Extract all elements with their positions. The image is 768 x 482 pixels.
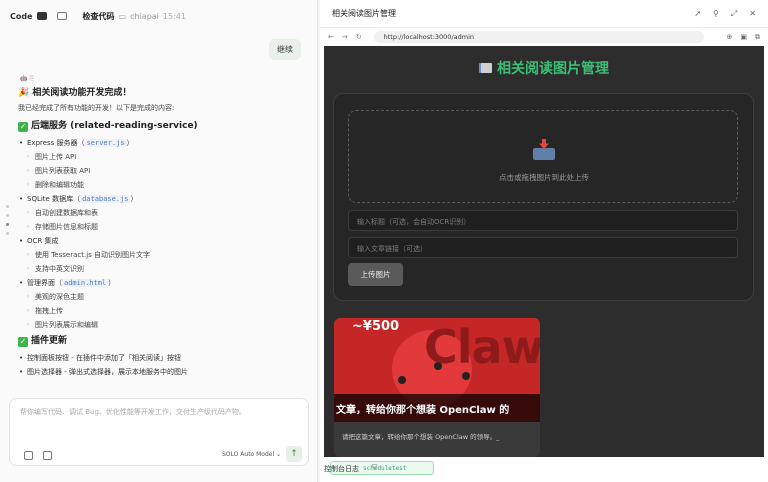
code-mode-label[interactable]: Code bbox=[10, 12, 33, 21]
folder-icon: ▭ bbox=[118, 11, 127, 21]
list-item-text: ） bbox=[108, 279, 116, 287]
scroll-dot[interactable] bbox=[6, 205, 9, 208]
web-viewport: 相关阅读图片管理 点击或拖拽图片到此处上传 输入标题（可选，会自动OCR识别） … bbox=[324, 46, 764, 457]
list-item: Express 服务器（server.js） bbox=[18, 138, 308, 149]
inline-code[interactable]: server.js bbox=[84, 139, 127, 147]
scroll-dot[interactable] bbox=[6, 232, 9, 235]
image-description[interactable]: 请把这篇文章，转给你那个想装 OpenClaw 的领导。_ bbox=[342, 432, 534, 442]
send-button[interactable]: ↑ bbox=[286, 446, 302, 462]
list-item: 图片选择器 - 弹出式选择器，展示本地服务中的图片 bbox=[18, 367, 308, 378]
project-name[interactable]: 检查代码 bbox=[83, 11, 115, 22]
timestamp: 15:41 bbox=[162, 11, 186, 21]
pointer-icon[interactable]: ➚ bbox=[694, 9, 701, 19]
list-item: OCR 集成 bbox=[18, 236, 308, 247]
message-scroll-indicator[interactable] bbox=[6, 205, 10, 241]
section-heading-text: 后端服务 (related-reading-service) bbox=[31, 121, 198, 131]
sub-list-item: 自动创建数据库和表 bbox=[18, 208, 308, 219]
sub-list-item: 删除和编辑功能 bbox=[18, 180, 308, 191]
image-upload-icon[interactable] bbox=[43, 451, 52, 460]
image-thumbnail[interactable]: Claw ~¥500 文章，转给你那个想装 OpenClaw 的 bbox=[334, 318, 540, 422]
app-window: Code 检查代码 ▭ chiapai 15:41 ⌄ 继续 🤖 ⎘ 🎉 相关阅… bbox=[0, 0, 768, 482]
sub-list-item: 存储图片信息和标题 bbox=[18, 222, 308, 233]
drop-zone-text: 点击或拖拽图片到此处上传 bbox=[499, 173, 589, 182]
sub-list-item: 美观的深色主题 bbox=[18, 292, 308, 303]
sub-list-item: 图片列表获取 API bbox=[18, 166, 308, 177]
chat-toolbar: Code 检查代码 ▭ chiapai 15:41 ⌄ bbox=[0, 0, 768, 482]
chat-input-placeholder[interactable]: 帮你编写代码、调试 Bug、优化性能等开发工作，交付生产级代码产物。 bbox=[20, 407, 246, 417]
expand-icon[interactable]: ⤢ bbox=[731, 9, 737, 19]
reload-icon[interactable]: ↻ bbox=[356, 33, 362, 41]
scroll-dot-active[interactable] bbox=[6, 223, 9, 226]
book-icon bbox=[479, 63, 492, 73]
chat-input-box[interactable]: 帮你编写代码、调试 Bug、优化性能等开发工作，交付生产级代码产物。 SOLO … bbox=[9, 398, 309, 466]
address-bar: ← → ↻ http://localhost:3000/admin ⊕ ▣ ⧉ bbox=[320, 28, 768, 46]
console-log-label[interactable]: 控制台日志 bbox=[324, 464, 359, 474]
sub-list-item: 图片上传 API bbox=[18, 152, 308, 163]
list-item: SQLite 数据库（database.js） bbox=[18, 194, 308, 205]
mascot-eye bbox=[398, 376, 406, 384]
image-headline: 文章，转给你那个想装 OpenClaw 的 bbox=[336, 405, 510, 416]
browser-titlebar: 相关阅读图片管理 ➚ ⚲ ⤢ ✕ bbox=[320, 0, 768, 28]
titlebar-icons: ➚ ⚲ ⤢ ✕ bbox=[694, 9, 756, 19]
list-item-text: ） bbox=[130, 195, 138, 203]
browser-panel: 相关阅读图片管理 ➚ ⚲ ⤢ ✕ ← → ↻ http://localhost:… bbox=[320, 0, 768, 482]
chat-panel: Code 检查代码 ▭ chiapai 15:41 ⌄ 继续 🤖 ⎘ 🎉 相关阅… bbox=[0, 0, 768, 482]
section-heading-text: 插件更新 bbox=[31, 336, 68, 346]
assistant-meta: 🤖 ⎘ bbox=[20, 75, 35, 82]
page-heading: 相关阅读图片管理 bbox=[324, 58, 764, 78]
sidebar-toggle-icon[interactable] bbox=[56, 12, 67, 20]
browser-title: 相关阅读图片管理 bbox=[332, 9, 396, 18]
page-heading-text: 相关阅读图片管理 bbox=[497, 61, 609, 77]
console-bar: scheduletest 控制台日志 ▽ bbox=[320, 458, 768, 482]
user-message-bubble: 继续 bbox=[269, 39, 301, 60]
list-item: 控制面板按钮 - 在插件中添加了「相关阅读」按钮 bbox=[18, 353, 308, 364]
title-input[interactable]: 输入标题（可选，会自动OCR识别） bbox=[348, 210, 738, 231]
check-icon: ✓ bbox=[18, 336, 28, 347]
link-input[interactable]: 输入文章链接（可选） bbox=[348, 237, 738, 258]
sub-list-item: 支持中英文识别 bbox=[18, 264, 308, 275]
sub-list-item: 图片列表展示和编辑 bbox=[18, 320, 308, 331]
image-claw-text: Claw bbox=[424, 320, 540, 374]
inline-code[interactable]: admin.html bbox=[62, 279, 109, 287]
external-link-icon[interactable]: ⧉ bbox=[755, 33, 760, 42]
assistant-message: 🎉 相关阅读功能开发完成！ 我已经完成了所有功能的开发！以下是完成的内容: ✓ … bbox=[18, 88, 308, 381]
upload-button[interactable]: 上传图片 bbox=[348, 263, 403, 286]
code-view-icon[interactable] bbox=[36, 12, 47, 20]
list-item-text: ） bbox=[126, 139, 134, 147]
screenshot-icon[interactable]: ▣ bbox=[740, 33, 747, 42]
drop-zone[interactable]: 点击或拖拽图片到此处上传 bbox=[348, 110, 738, 203]
url-field[interactable]: http://localhost:3000/admin bbox=[373, 31, 704, 43]
model-selector[interactable]: SOLO Auto Model ⌄ bbox=[222, 451, 281, 458]
inbox-tray-icon bbox=[532, 139, 556, 161]
sub-list-item: 使用 Tesseract.js 自动识别图片文字 bbox=[18, 250, 308, 261]
forward-icon[interactable]: → bbox=[342, 33, 348, 41]
devtools-icon[interactable]: ⊕ bbox=[727, 33, 733, 42]
section-heading-plugin: ✓ 插件更新 bbox=[18, 336, 308, 347]
attach-file-icon[interactable] bbox=[24, 451, 33, 460]
close-icon[interactable]: ✕ bbox=[749, 9, 756, 19]
folder-name: chiapai bbox=[130, 11, 159, 21]
image-card[interactable]: Claw ~¥500 文章，转给你那个想装 OpenClaw 的 请把这篇文章，… bbox=[334, 318, 540, 457]
back-icon[interactable]: ← bbox=[328, 33, 334, 41]
section-heading-backend: ✓ 后端服务 (related-reading-service) bbox=[18, 121, 308, 132]
inline-code[interactable]: database.js bbox=[80, 195, 131, 203]
upload-card: 点击或拖拽图片到此处上传 输入标题（可选，会自动OCR识别） 输入文章链接（可选… bbox=[333, 93, 754, 301]
sub-list-item: 拖拽上传 bbox=[18, 306, 308, 317]
scroll-dot[interactable] bbox=[6, 214, 9, 217]
pin-icon[interactable]: ⚲ bbox=[713, 9, 719, 19]
list-item: 管理界面（admin.html） bbox=[18, 278, 308, 289]
list-item-text: SQLite 数据库（ bbox=[27, 195, 81, 203]
list-item-text: 管理界面（ bbox=[27, 279, 62, 287]
message-title: 🎉 相关阅读功能开发完成！ bbox=[18, 88, 132, 98]
message-intro: 我已经完成了所有功能的开发！以下是完成的内容: bbox=[18, 104, 175, 112]
check-icon: ✓ bbox=[18, 121, 28, 132]
image-price-text: ~¥500 bbox=[352, 319, 400, 334]
list-item-text: Express 服务器（ bbox=[27, 139, 85, 147]
filter-icon[interactable]: ▽ bbox=[372, 463, 377, 471]
address-icons: ⊕ ▣ ⧉ bbox=[727, 33, 761, 42]
